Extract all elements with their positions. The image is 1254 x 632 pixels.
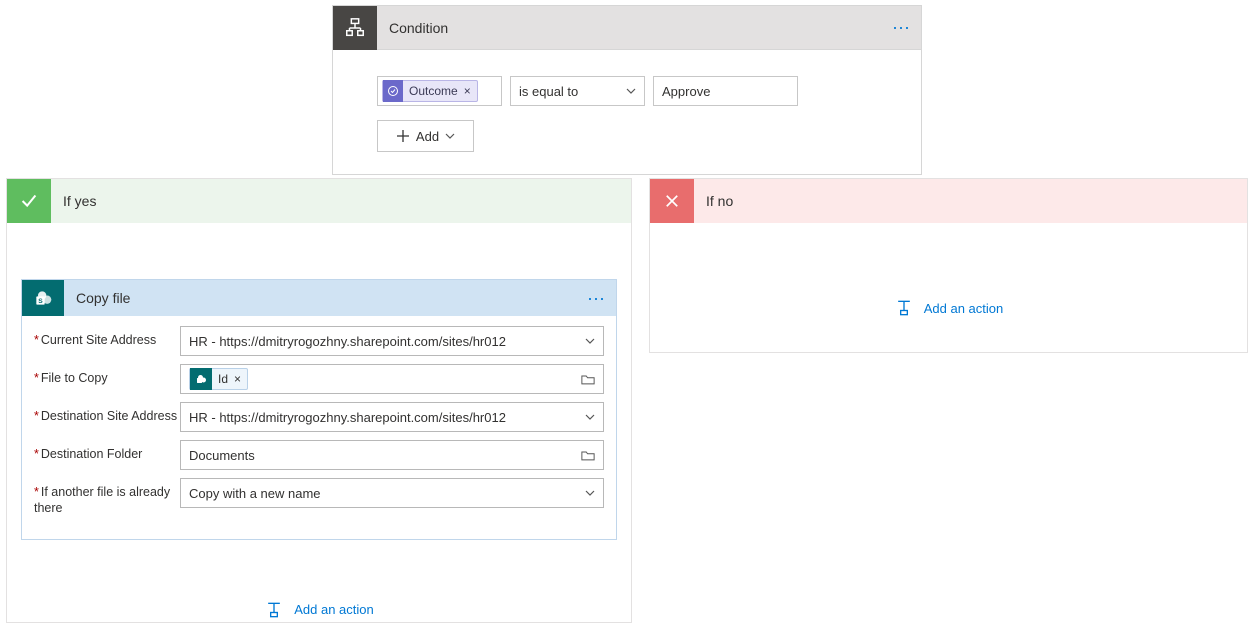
dest-folder-label: *Destination Folder [34,440,180,462]
overwrite-label: *If another file is already there [34,478,180,517]
file-to-copy-row: *File to Copy Id × [34,364,604,394]
svg-text:S: S [38,298,43,305]
dest-site-value: HR - https://dmitryrogozhny.sharepoint.c… [189,410,506,425]
chevron-down-icon [445,131,455,141]
overwrite-select[interactable]: Copy with a new name [180,478,604,508]
dest-site-label: *Destination Site Address [34,402,180,424]
condition-value-text: Approve [662,84,710,99]
if-yes-header[interactable]: If yes [7,179,631,223]
overwrite-row: *If another file is already there Copy w… [34,478,604,517]
condition-expression-row: Outcome × is equal to Approve [377,76,877,106]
copy-file-header[interactable]: S Copy file ··· [22,280,616,316]
add-action-button-yes[interactable]: Add an action [7,600,631,620]
current-site-select[interactable]: HR - https://dmitryrogozhny.sharepoint.c… [180,326,604,356]
condition-operator-value: is equal to [519,84,578,99]
add-action-icon [264,600,284,620]
dest-folder-value: Documents [189,448,255,463]
if-no-title: If no [694,193,733,209]
current-site-value: HR - https://dmitryrogozhny.sharepoint.c… [189,334,506,349]
condition-title: Condition [377,20,881,36]
if-yes-branch: If yes S Copy file ··· *Current Site Add… [6,178,632,623]
add-action-icon [894,298,914,318]
add-action-label-no: Add an action [924,301,1004,316]
outcome-token[interactable]: Outcome × [382,80,478,102]
dest-site-select[interactable]: HR - https://dmitryrogozhny.sharepoint.c… [180,402,604,432]
copy-file-menu-button[interactable]: ··· [576,288,616,309]
id-token-label: Id [212,372,234,386]
id-token-remove[interactable]: × [234,372,247,386]
sharepoint-small-icon [190,368,212,390]
condition-menu-button[interactable]: ··· [881,17,921,38]
dest-folder-input[interactable]: Documents [180,440,604,470]
dest-site-row: *Destination Site Address HR - https://d… [34,402,604,432]
copy-file-action: S Copy file ··· *Current Site Address HR… [21,279,617,540]
condition-value-input[interactable]: Approve [653,76,798,106]
plus-icon [396,129,410,143]
outcome-token-label: Outcome [403,84,464,98]
if-yes-title: If yes [51,193,96,209]
chevron-down-icon [585,412,595,422]
current-site-label: *Current Site Address [34,326,180,348]
chevron-down-icon [585,336,595,346]
outcome-token-remove[interactable]: × [464,84,477,98]
condition-add-label: Add [416,129,439,144]
sharepoint-icon: S [22,280,64,316]
chevron-down-icon [626,86,636,96]
copy-file-title: Copy file [64,290,576,306]
add-action-button-no[interactable]: Add an action [650,298,1247,318]
overwrite-value: Copy with a new name [189,486,321,501]
checkmark-icon [7,179,51,223]
condition-icon [333,6,377,50]
chevron-down-icon [585,488,595,498]
condition-left-operand[interactable]: Outcome × [377,76,502,106]
approval-icon [383,80,403,102]
folder-icon[interactable] [581,374,595,385]
file-to-copy-input[interactable]: Id × [180,364,604,394]
condition-add-button[interactable]: Add [377,120,474,152]
dest-folder-row: *Destination Folder Documents [34,440,604,470]
current-site-row: *Current Site Address HR - https://dmitr… [34,326,604,356]
close-icon [650,179,694,223]
folder-icon[interactable] [581,450,595,461]
condition-body: Outcome × is equal to Approve Add [333,50,921,174]
if-no-branch: If no Add an action [649,178,1248,353]
id-token[interactable]: Id × [189,368,248,390]
condition-card: Condition ··· Outcome × is equal to Appr… [332,5,922,175]
copy-file-body: *Current Site Address HR - https://dmitr… [22,316,616,539]
condition-header[interactable]: Condition ··· [333,6,921,50]
add-action-label-yes: Add an action [294,602,374,617]
file-to-copy-label: *File to Copy [34,364,180,386]
condition-operator-select[interactable]: is equal to [510,76,645,106]
if-no-header[interactable]: If no [650,179,1247,223]
